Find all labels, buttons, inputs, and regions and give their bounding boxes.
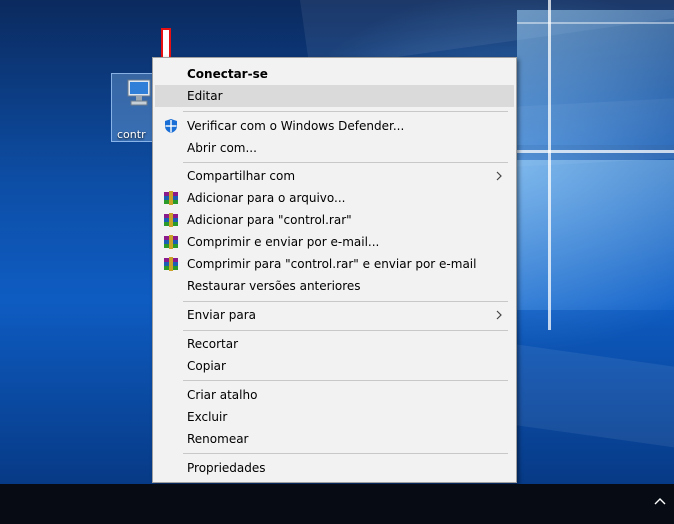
menu-item-label: Comprimir para "control.rar" e enviar po… xyxy=(187,257,477,271)
menu-item-properties[interactable]: Propriedades xyxy=(155,457,514,479)
menu-separator xyxy=(183,111,508,112)
winrar-icon xyxy=(164,257,178,271)
wallpaper-logo-divider xyxy=(517,150,674,153)
winrar-icon xyxy=(164,235,178,249)
menu-item-send-to[interactable]: Enviar para xyxy=(155,304,514,326)
menu-separator xyxy=(183,162,508,163)
menu-item-label: Compartilhar com xyxy=(187,169,296,183)
menu-separator xyxy=(183,301,508,302)
menu-item-share-with[interactable]: Compartilhar com xyxy=(155,165,514,187)
menu-item-compress-to-rar-and-email[interactable]: Comprimir para "control.rar" e enviar po… xyxy=(155,253,514,275)
desktop-icon-label: contr xyxy=(117,128,146,141)
menu-item-label: Copiar xyxy=(187,359,226,373)
menu-item-label: Verificar com o Windows Defender... xyxy=(187,119,405,133)
menu-item-label: Excluir xyxy=(187,410,228,424)
menu-item-label: Propriedades xyxy=(187,461,266,475)
menu-item-label: Recortar xyxy=(187,337,239,351)
menu-item-windows-defender[interactable]: Verificar com o Windows Defender... xyxy=(155,115,514,137)
menu-item-add-to-archive[interactable]: Adicionar para o arquivo... xyxy=(155,187,514,209)
menu-item-label: Restaurar versões anteriores xyxy=(187,279,361,293)
wallpaper-logo-edge xyxy=(517,22,674,24)
menu-item-cut[interactable]: Recortar xyxy=(155,333,514,355)
menu-item-label: Adicionar para o arquivo... xyxy=(187,191,346,205)
menu-item-label: Abrir com... xyxy=(187,141,257,155)
menu-item-create-shortcut[interactable]: Criar atalho xyxy=(155,384,514,406)
menu-item-edit[interactable]: Editar xyxy=(155,85,514,107)
windows-defender-shield-icon xyxy=(165,119,177,133)
menu-item-rename[interactable]: Renomear xyxy=(155,428,514,450)
context-menu: Conectar-se Editar Verificar com o Windo… xyxy=(152,57,517,483)
wallpaper-logo-pane xyxy=(517,160,674,310)
menu-item-label: Adicionar para "control.rar" xyxy=(187,213,352,227)
menu-item-open-with[interactable]: Abrir com... xyxy=(155,137,514,159)
chevron-right-icon xyxy=(496,310,502,320)
chevron-up-icon[interactable] xyxy=(654,497,666,505)
menu-item-copy[interactable]: Copiar xyxy=(155,355,514,377)
menu-item-label: Enviar para xyxy=(187,308,256,322)
menu-item-delete[interactable]: Excluir xyxy=(155,406,514,428)
monitor-icon xyxy=(127,79,151,106)
menu-item-label: Comprimir e enviar por e-mail... xyxy=(187,235,380,249)
winrar-icon xyxy=(164,191,178,205)
taskbar xyxy=(0,484,674,524)
menu-separator xyxy=(183,380,508,381)
menu-item-restore-previous-versions[interactable]: Restaurar versões anteriores xyxy=(155,275,514,297)
menu-item-label: Conectar-se xyxy=(187,67,268,81)
menu-item-label: Editar xyxy=(187,89,223,103)
wallpaper-logo-pane xyxy=(517,10,674,145)
menu-item-label: Renomear xyxy=(187,432,249,446)
menu-item-compress-and-email[interactable]: Comprimir e enviar por e-mail... xyxy=(155,231,514,253)
wallpaper-logo-divider xyxy=(548,0,551,330)
menu-separator xyxy=(183,453,508,454)
chevron-right-icon xyxy=(496,171,502,181)
menu-separator xyxy=(183,330,508,331)
menu-item-add-to-control-rar[interactable]: Adicionar para "control.rar" xyxy=(155,209,514,231)
menu-item-connect[interactable]: Conectar-se xyxy=(155,63,514,85)
winrar-icon xyxy=(164,213,178,227)
menu-item-label: Criar atalho xyxy=(187,388,258,402)
